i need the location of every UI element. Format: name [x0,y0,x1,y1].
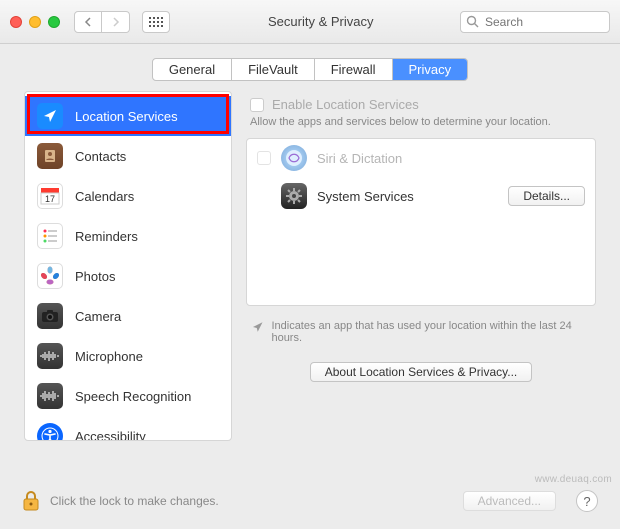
search-wrap [460,11,610,33]
chevron-left-icon [84,17,92,27]
footer: Click the lock to make changes. Advanced… [0,481,620,521]
chevron-right-icon [112,17,120,27]
search-input[interactable] [460,11,610,33]
sidebar-item-contacts[interactable]: Contacts [25,136,231,176]
forward-button[interactable] [102,11,130,33]
sidebar-item-label: Reminders [75,229,138,244]
window-title: Security & Privacy [268,14,373,29]
sidebar-item-label: Photos [75,269,115,284]
apps-list: Siri & Dictation System Services Details… [246,138,596,306]
svg-text:17: 17 [45,194,55,204]
gear-icon [281,183,307,209]
location-arrow-icon [252,321,263,333]
about-row: About Location Services & Privacy... [246,358,596,382]
enable-row: Enable Location Services [246,91,596,114]
sidebar-item-microphone[interactable]: Microphone [25,336,231,376]
show-all-button[interactable] [142,11,170,33]
about-location-button[interactable]: About Location Services & Privacy... [310,362,533,382]
tab-filevault[interactable]: FileVault [232,59,315,80]
sidebar-item-camera[interactable]: Camera [25,296,231,336]
tab-firewall[interactable]: Firewall [315,59,393,80]
advanced-button[interactable]: Advanced... [463,491,556,511]
sidebar-item-reminders[interactable]: Reminders [25,216,231,256]
lock-text: Click the lock to make changes. [50,494,219,508]
search-icon [466,15,479,28]
contacts-icon [37,143,63,169]
sidebar-item-label: Speech Recognition [75,389,191,404]
enable-location-checkbox[interactable] [250,98,264,112]
sidebar-item-label: Location Services [75,109,178,124]
app-checkbox[interactable] [257,151,271,165]
titlebar: Security & Privacy [0,0,620,44]
grid-icon [149,17,163,27]
usage-note-text: Indicates an app that has used your loca… [271,320,590,344]
speech-recognition-icon [37,383,63,409]
location-arrow-icon [37,103,63,129]
tab-segment: General FileVault Firewall Privacy [152,58,468,81]
app-label: System Services [317,189,414,204]
sidebar-item-photos[interactable]: Photos [25,256,231,296]
window-controls [10,16,60,28]
lock-icon[interactable] [22,490,40,512]
tab-privacy[interactable]: Privacy [393,59,468,80]
main-area: Location Services Contacts 17 Calendars … [0,91,620,441]
watermark: www.deuaq.com [535,474,612,485]
siri-icon [281,145,307,171]
back-button[interactable] [74,11,102,33]
calendar-icon: 17 [37,183,63,209]
sidebar-item-label: Contacts [75,149,126,164]
sidebar-item-label: Accessibility [75,429,146,442]
tab-general[interactable]: General [153,59,232,80]
close-window-button[interactable] [10,16,22,28]
sidebar-item-label: Calendars [75,189,134,204]
minimize-window-button[interactable] [29,16,41,28]
list-item-system-services: System Services Details... [247,177,595,215]
usage-note: Indicates an app that has used your loca… [246,306,596,358]
list-item-siri: Siri & Dictation [247,139,595,177]
sidebar-item-label: Camera [75,309,121,324]
enable-location-label: Enable Location Services [272,97,419,112]
sidebar-item-label: Microphone [75,349,143,364]
reminders-icon [37,223,63,249]
sidebar-item-accessibility[interactable]: Accessibility [25,416,231,441]
tab-row: General FileVault Firewall Privacy [0,44,620,91]
sidebar-item-speech-recognition[interactable]: Speech Recognition [25,376,231,416]
nav-segment [74,11,130,33]
help-button[interactable]: ? [576,490,598,512]
zoom-window-button[interactable] [48,16,60,28]
accessibility-icon [37,423,63,441]
details-button[interactable]: Details... [508,186,585,206]
content-pane: Enable Location Services Allow the apps … [246,91,596,441]
privacy-sidebar: Location Services Contacts 17 Calendars … [24,91,232,441]
microphone-icon [37,343,63,369]
photos-icon [37,263,63,289]
sidebar-item-calendars[interactable]: 17 Calendars [25,176,231,216]
sidebar-item-location-services[interactable]: Location Services [25,96,231,136]
enable-location-description: Allow the apps and services below to det… [246,114,596,138]
app-label: Siri & Dictation [317,151,402,166]
camera-icon [37,303,63,329]
